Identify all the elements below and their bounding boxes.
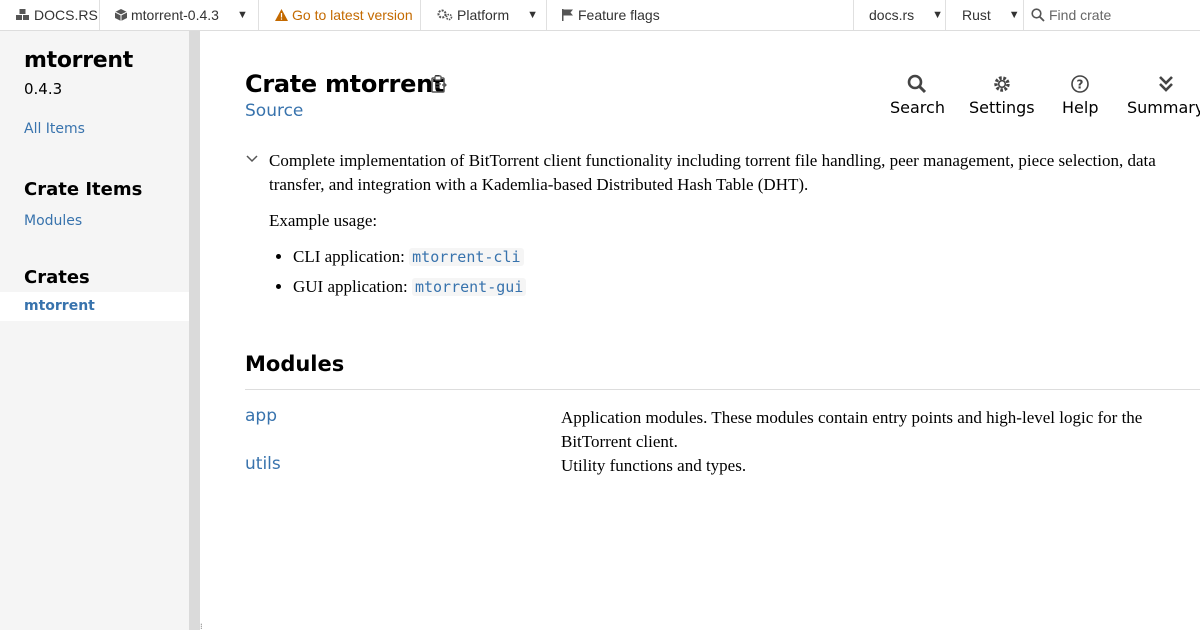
rust-menu-label: Rust xyxy=(962,7,991,23)
crate-version-menu[interactable]: mtorrent-0.4.3 ▼ xyxy=(115,0,248,30)
cli-code-link[interactable]: mtorrent-cli xyxy=(409,248,524,266)
crate-version-label: mtorrent-0.4.3 xyxy=(131,7,219,23)
crate-search-input[interactable]: Find crate xyxy=(1031,0,1111,30)
help-icon: ? xyxy=(1071,75,1090,93)
svg-text:?: ? xyxy=(1077,78,1084,92)
example-list: CLI application: mtorrent-cli GUI applic… xyxy=(269,245,1189,299)
crate-description: Complete implementation of BitTorrent cl… xyxy=(269,149,1189,305)
rust-menu[interactable]: Rust ▼ xyxy=(962,0,1020,30)
nav-divider xyxy=(258,0,259,30)
module-description: Utility functions and types. xyxy=(561,456,747,475)
description-text: Complete implementation of BitTorrent cl… xyxy=(269,151,1156,194)
chevron-down-icon: ▼ xyxy=(527,9,539,21)
collapse-docs-toggle[interactable] xyxy=(245,152,259,171)
nav-divider xyxy=(853,0,854,30)
docsrs-menu-label: docs.rs xyxy=(869,7,915,23)
page-title: Crate mtorrent xyxy=(245,70,445,98)
feature-flags-link[interactable]: Feature flags xyxy=(562,0,660,30)
cube-icon xyxy=(115,9,127,21)
modules-heading[interactable]: Modules xyxy=(245,352,344,376)
search-button[interactable]: Search xyxy=(890,74,945,117)
settings-button[interactable]: Settings xyxy=(969,74,1035,117)
nav-divider xyxy=(99,0,100,30)
example-prefix: CLI application: xyxy=(293,247,410,266)
module-link[interactable]: app xyxy=(245,406,277,426)
nav-divider xyxy=(1023,0,1024,30)
docsrs-menu[interactable]: docs.rs ▼ xyxy=(869,0,943,30)
chevron-down-icon: ▼ xyxy=(932,9,944,21)
sidebar-crates-heading: Crates xyxy=(24,267,90,288)
search-icon xyxy=(1031,8,1045,22)
summary-button[interactable]: Summary xyxy=(1127,74,1200,117)
warning-icon xyxy=(275,9,288,21)
flag-icon xyxy=(562,9,574,21)
module-description: Application modules. These modules conta… xyxy=(561,408,1143,451)
feature-flags-label: Feature flags xyxy=(578,7,660,23)
cubes-icon xyxy=(16,9,30,21)
latest-version-link[interactable]: Go to latest version xyxy=(275,0,413,30)
sidebar-crate-items-heading[interactable]: Crate Items xyxy=(24,179,142,200)
settings-button-label: Settings xyxy=(969,98,1035,117)
sidebar-all-items-link[interactable]: All Items xyxy=(24,121,85,137)
list-item: GUI application: mtorrent-gui xyxy=(293,275,1189,299)
nav-divider xyxy=(546,0,547,30)
chevron-down-icon: ▼ xyxy=(236,9,248,21)
nav-divider xyxy=(945,0,946,30)
example-heading: Example usage: xyxy=(269,211,378,230)
sidebar-modules-link[interactable]: Modules xyxy=(24,213,82,229)
summary-button-label: Summary xyxy=(1127,98,1200,117)
module-link[interactable]: utils xyxy=(245,454,281,474)
sidebar-resizer[interactable] xyxy=(189,31,200,630)
gears-icon xyxy=(437,9,453,21)
docsrs-logo-link[interactable]: DOCS.RS xyxy=(16,0,98,30)
list-item: CLI application: mtorrent-cli xyxy=(293,245,1189,269)
chevron-down-icon: ▼ xyxy=(1008,9,1020,21)
docsrs-logo-label: DOCS.RS xyxy=(34,7,98,23)
search-button-label: Search xyxy=(890,98,945,117)
example-prefix: GUI application: xyxy=(293,277,412,296)
latest-version-label: Go to latest version xyxy=(292,7,413,23)
nav-divider xyxy=(420,0,421,30)
gear-icon xyxy=(994,76,1010,92)
sidebar-current-crate[interactable]: mtorrent xyxy=(0,292,189,321)
sidebar-crate-name[interactable]: mtorrent xyxy=(24,48,133,73)
platform-menu[interactable]: Platform ▼ xyxy=(437,0,538,30)
source-link[interactable]: Source xyxy=(245,101,303,121)
search-icon xyxy=(908,74,927,94)
crate-search-placeholder: Find crate xyxy=(1049,7,1112,23)
top-navbar: DOCS.RS mtorrent-0.4.3 ▼ Go to latest ve… xyxy=(0,0,1200,31)
sidebar-current-crate-label: mtorrent xyxy=(24,298,95,314)
section-divider xyxy=(245,389,1200,390)
platform-label: Platform xyxy=(457,7,510,23)
help-button-label: Help xyxy=(1062,98,1099,117)
help-button[interactable]: ? Help xyxy=(1062,74,1098,117)
double-chevron-down-icon xyxy=(1158,76,1173,92)
copy-path-icon[interactable] xyxy=(430,75,448,98)
chevron-down-icon xyxy=(246,155,258,163)
gui-code-link[interactable]: mtorrent-gui xyxy=(411,278,527,296)
sidebar-version: 0.4.3 xyxy=(24,80,63,98)
